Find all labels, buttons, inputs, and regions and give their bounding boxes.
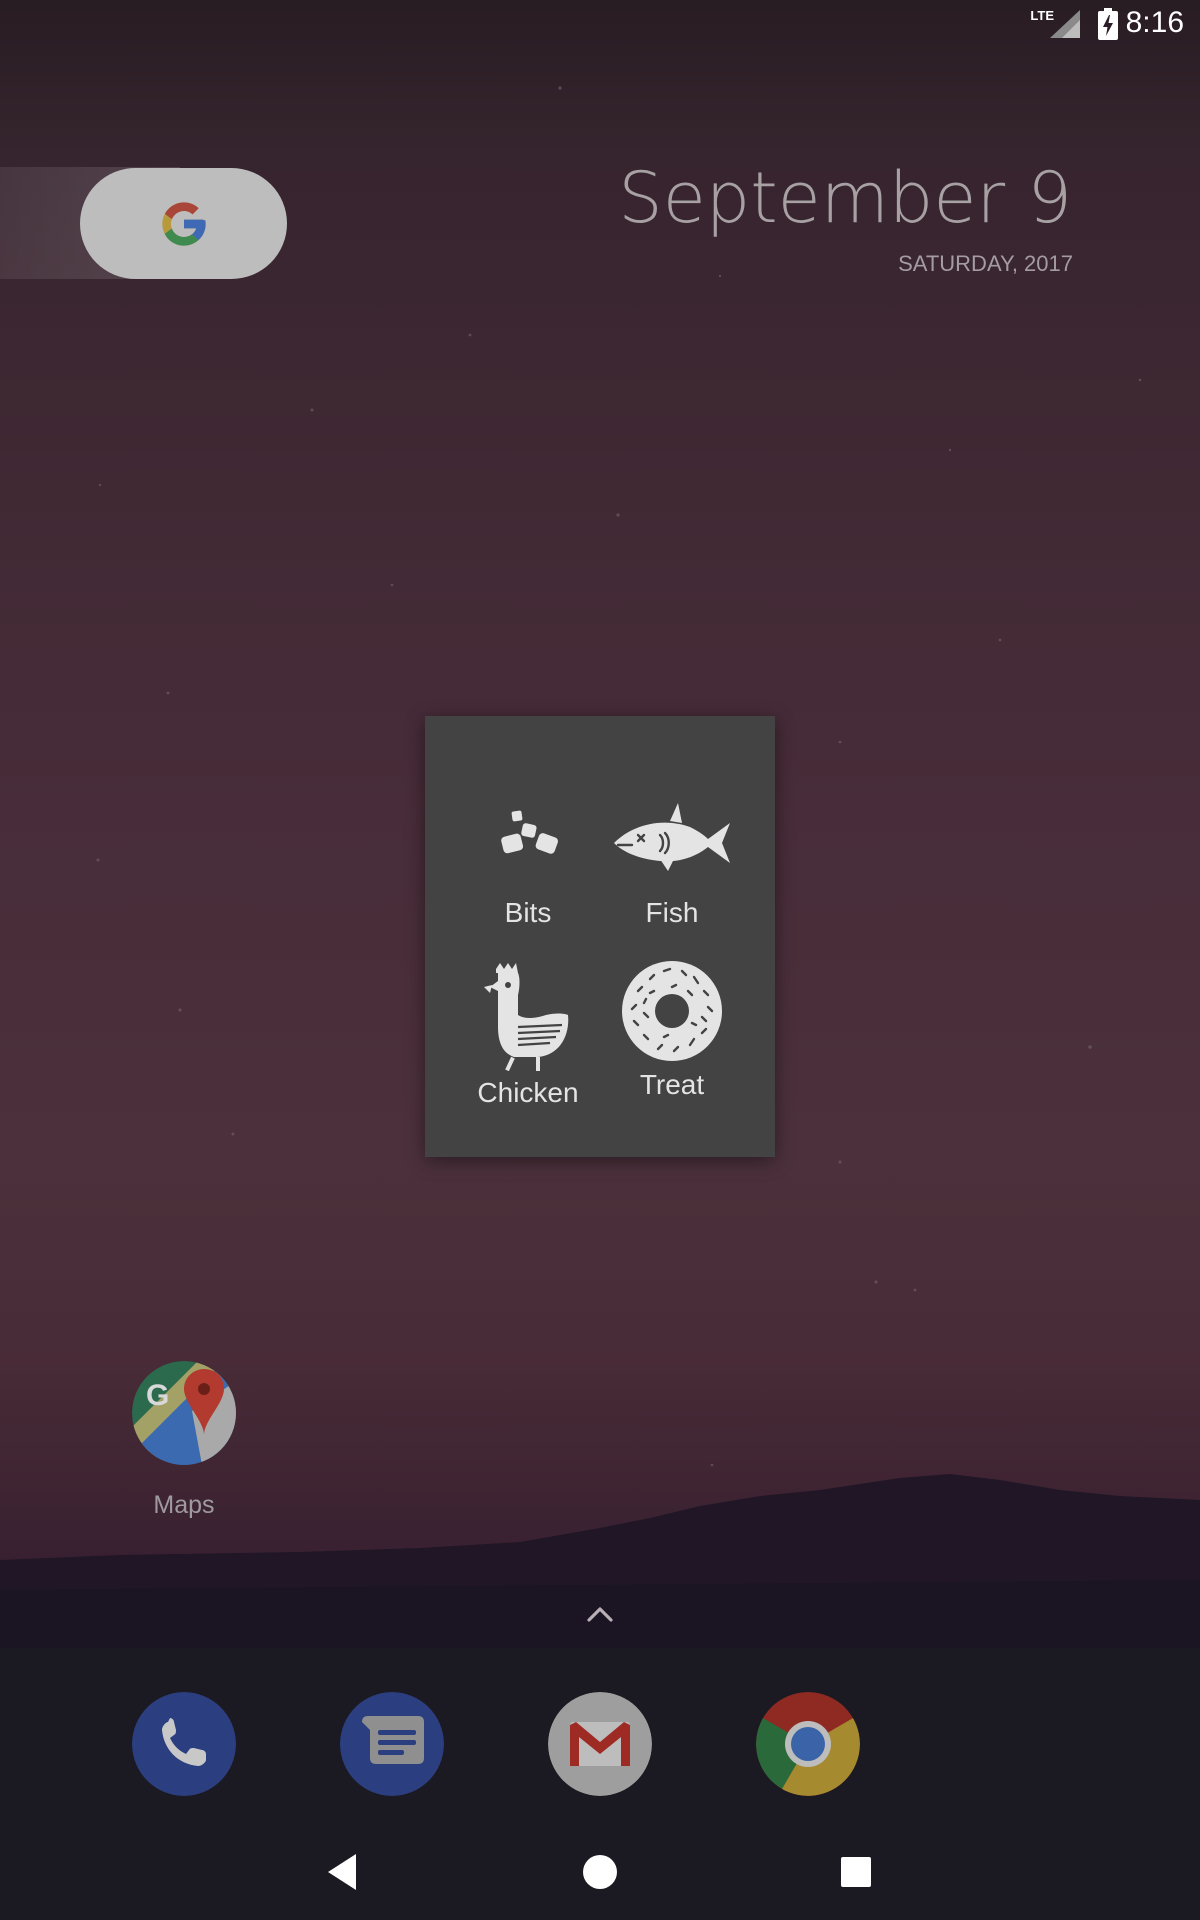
dock-app-gmail[interactable] [548, 1692, 652, 1796]
recents-icon[interactable] [841, 1857, 871, 1887]
google-maps-icon: G [132, 1361, 236, 1465]
donut-icon [622, 961, 722, 1061]
food-item-fish[interactable]: Fish [592, 791, 752, 929]
signal-icon [1050, 10, 1080, 38]
dock-app-messages[interactable] [340, 1692, 444, 1796]
date-widget-weekday-year[interactable]: SATURDAY, 2017 [898, 251, 1073, 277]
app-maps-label: Maps [153, 1491, 215, 1519]
svg-text:G: G [146, 1379, 169, 1412]
status-bar: LTE 8:16 [0, 0, 1200, 48]
food-item-bits[interactable]: Bits [448, 791, 608, 929]
date-widget-date[interactable]: September 9 [618, 157, 1072, 239]
google-g-icon [161, 201, 206, 246]
chrome-icon [756, 1692, 860, 1796]
home-screen: LTE 8:16 September 9 SATURDAY, 2017 Bits… [0, 0, 1200, 1920]
food-label-treat: Treat [639, 1069, 705, 1100]
chicken-icon [484, 963, 569, 1071]
back-icon[interactable] [324, 1852, 360, 1892]
messages-icon [340, 1692, 444, 1796]
food-label-bits: Bits [504, 897, 552, 928]
food-menu-popup: Bits Fish Chicken Treat [425, 716, 775, 1157]
food-item-treat[interactable]: Treat [592, 959, 752, 1101]
food-label-fish: Fish [645, 897, 699, 928]
gmail-icon [548, 1692, 652, 1796]
bits-icon [501, 810, 559, 854]
battery-charging-icon [1098, 8, 1118, 40]
clock: 8:16 [1125, 6, 1184, 39]
fish-icon [614, 803, 730, 871]
phone-icon [132, 1692, 236, 1796]
dock-app-phone[interactable] [132, 1692, 236, 1796]
food-item-chicken[interactable]: Chicken [448, 963, 608, 1109]
food-label-chicken: Chicken [477, 1077, 579, 1108]
home-icon[interactable] [583, 1855, 617, 1889]
chevron-up-icon[interactable] [586, 1604, 614, 1624]
app-maps[interactable]: G [132, 1361, 236, 1465]
google-search-pill[interactable] [80, 168, 287, 279]
dock-app-chrome[interactable] [756, 1692, 860, 1796]
